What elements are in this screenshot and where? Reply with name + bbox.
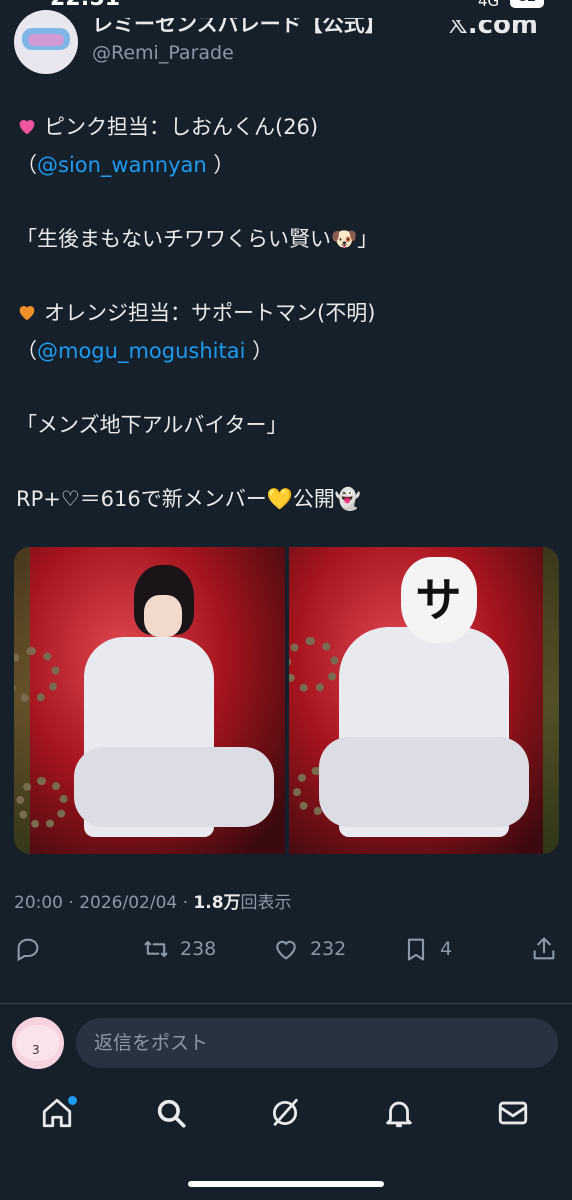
grok-icon [272, 1098, 298, 1126]
tab-search[interactable] [154, 1096, 194, 1136]
tab-notifications[interactable] [382, 1096, 422, 1136]
paren-open: （ [16, 153, 37, 177]
repost-button[interactable]: 238 [142, 935, 216, 963]
share-icon [533, 937, 555, 960]
mention-link-mogu[interactable]: @mogu_mogushitai [37, 339, 245, 363]
orange-member-text: オレンジ担当：サポートマン(不明) [44, 301, 376, 325]
share-button[interactable] [530, 935, 558, 963]
home-indicator [188, 1181, 384, 1187]
tweet-actions: 238 232 4 [0, 925, 572, 979]
tweet-line-pink-mention: （@sion_wannyan ） [16, 146, 556, 184]
tweet-header: レミーセンスパレード【公式】 @Remi_Parade 𝕏.com [0, 0, 572, 80]
tweet-line-announcement: RP+♡＝616で新メンバー💛公開👻 [16, 487, 362, 511]
tweet-body: ピンク担当：しおんくん(26) （@sion_wannyan ） 「生後まもない… [16, 108, 556, 518]
user-avatar[interactable]: 3 [12, 1017, 64, 1069]
tweet-time: 20:00 [14, 893, 63, 913]
mail-icon [498, 1101, 528, 1125]
mention-link-sion[interactable]: @sion_wannyan [37, 153, 207, 177]
tweet-line-orange-mention: （@mogu_mogushitai ） [16, 332, 556, 370]
reply-button[interactable] [14, 935, 42, 963]
repost-icon [144, 940, 168, 958]
media-gallery: サ [14, 547, 559, 854]
tweet-date: 2026/02/04 [79, 893, 178, 913]
tab-grok[interactable] [268, 1096, 308, 1136]
bookmark-button[interactable]: 4 [402, 935, 452, 963]
search-icon [157, 1099, 186, 1128]
meta-separator: · [182, 893, 189, 913]
tab-home[interactable] [40, 1094, 80, 1136]
author-handle[interactable]: @Remi_Parade [92, 42, 234, 64]
photo-mask: サ [400, 557, 477, 643]
tweet-line-quote-2: 「メンズ地下アルバイター」 [16, 413, 288, 437]
pink-member-text: ピンク担当：しおんくん(26) [44, 115, 319, 139]
orange-heart-icon [19, 306, 35, 321]
tweet-line-quote-1: 「生後まもないチワワくらい賢い🐶」 [16, 227, 379, 251]
paren-close: ） [206, 153, 235, 177]
bell-icon [386, 1101, 412, 1128]
meta-separator: · [68, 893, 74, 913]
heart-icon [276, 940, 296, 960]
like-button[interactable]: 232 [272, 935, 346, 963]
photo-orange-member[interactable]: サ [288, 547, 559, 854]
views-label: 回表示 [240, 893, 292, 913]
photo-pink-member[interactable] [14, 547, 285, 854]
tweet-line-pink: ピンク担当：しおんくん(26) [16, 108, 556, 146]
site-logo: 𝕏.com [446, 10, 538, 40]
reply-input[interactable] [76, 1018, 558, 1068]
tab-messages[interactable] [496, 1096, 536, 1136]
bookmark-icon [407, 938, 425, 961]
pink-heart-icon [19, 120, 35, 135]
repost-count: 238 [180, 938, 217, 960]
views-count: 1.8万 [193, 893, 241, 913]
like-count: 232 [310, 938, 347, 960]
reply-bar: 3 [0, 1004, 572, 1080]
reply-icon [17, 938, 39, 962]
paren-open: （ [16, 339, 37, 363]
author-display-name[interactable]: レミーセンスパレード【公式】 [92, 18, 386, 38]
bookmark-count: 4 [440, 938, 453, 960]
tweet-meta: 20:00 · 2026/02/04 · 1.8万回表示 [14, 888, 292, 913]
author-avatar[interactable] [14, 10, 78, 74]
paren-close: ） [245, 339, 274, 363]
tweet-line-orange: オレンジ担当：サポートマン(不明) [16, 294, 556, 332]
home-badge [66, 1094, 79, 1107]
